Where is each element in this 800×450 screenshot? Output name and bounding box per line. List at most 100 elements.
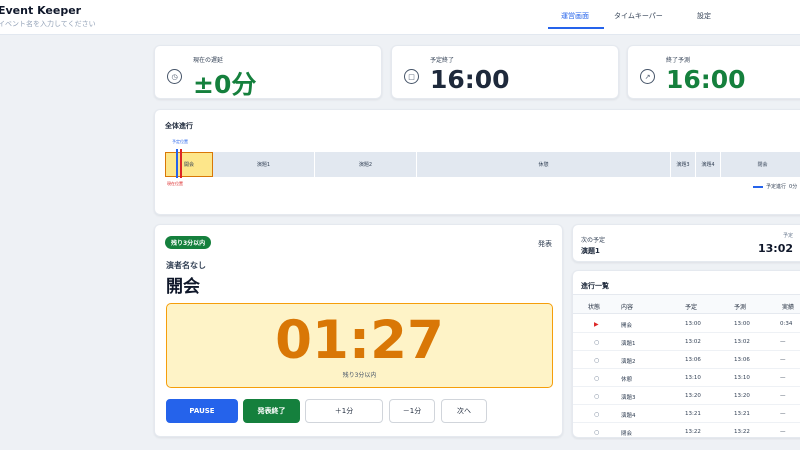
timer-display: 01:27 残り3分以内 <box>166 303 553 388</box>
presenter-name: 演者名なし <box>166 261 206 270</box>
planned-position-marker <box>176 149 178 178</box>
row-content: 演題1 <box>621 341 636 347</box>
current-position-marker <box>180 149 182 178</box>
stop-square-icon: □ <box>404 69 419 84</box>
tab-timekeeper[interactable]: タイムキーパー <box>614 11 663 21</box>
forecast-end-value: 16:00 <box>666 65 746 94</box>
row-forecast: 13:06 <box>734 357 750 363</box>
row-forecast: 13:22 <box>734 429 750 435</box>
pending-circle-icon: ○ <box>594 339 600 346</box>
column-header: 内容 <box>621 304 634 311</box>
table-row[interactable]: ▶ 開会 13:00 13:00 0:34 <box>573 315 800 333</box>
row-planned: 13:20 <box>685 393 701 399</box>
row-planned: 13:06 <box>685 357 701 363</box>
status-badge: 残り3分以内 <box>165 236 212 249</box>
pending-circle-icon: ○ <box>594 411 600 418</box>
table-row[interactable]: ○ 演題3 13:20 13:20 — <box>573 387 800 405</box>
current-position-label: 現在位置 <box>167 181 183 186</box>
timeline-segment[interactable]: 休憩 <box>417 152 671 177</box>
table-row[interactable]: ○ 演題1 13:02 13:02 — <box>573 333 800 351</box>
pause-button[interactable]: PAUSE <box>166 399 238 423</box>
clock-icon: ◷ <box>167 69 182 84</box>
table-row[interactable]: ○ 休憩 13:10 13:10 — <box>573 369 800 387</box>
row-forecast: 13:02 <box>734 339 750 345</box>
row-content: 開会 <box>621 323 633 329</box>
row-content: 演題3 <box>621 395 636 401</box>
timeline-segment[interactable]: 演題2 <box>315 152 417 177</box>
column-header: 予定 <box>685 304 698 311</box>
timeline-bar: 開会 演題1 演題2 休憩 演題3 演題4 閉会 <box>165 152 800 177</box>
row-planned: 13:10 <box>685 375 701 381</box>
table-row[interactable]: ○ 閉会 13:22 13:22 — <box>573 423 800 441</box>
planned-end-card: □ 予定終了 16:00 <box>391 45 619 99</box>
timeline-segment[interactable]: 開会 <box>165 152 213 177</box>
table-row[interactable]: ○ 演題4 13:21 13:21 — <box>573 405 800 423</box>
play-icon: ▶ <box>594 321 599 328</box>
next-time-value: 13:02 <box>757 242 793 255</box>
row-planned: 13:21 <box>685 411 701 417</box>
pending-circle-icon: ○ <box>594 357 600 364</box>
timeline-segment[interactable]: 演題4 <box>696 152 721 177</box>
row-content: 休憩 <box>621 377 633 383</box>
row-content: 閉会 <box>621 431 633 437</box>
arrow-up-right-icon: ↗ <box>640 69 655 84</box>
row-forecast: 13:21 <box>734 411 750 417</box>
row-planned: 13:02 <box>685 339 701 345</box>
subtract-minute-button[interactable]: －1分 <box>389 399 435 423</box>
legend-swatch <box>753 185 763 188</box>
forecast-end-card: ↗ 終了予測 16:00 <box>627 45 800 99</box>
next-item-label: 次の予定 <box>581 237 606 244</box>
next-button[interactable]: 次へ <box>441 399 487 423</box>
app-title: Event Keeper <box>0 4 82 17</box>
row-planned: 13:00 <box>685 321 701 327</box>
app-header: Event Keeper イベント名を入力してください 運営画面 タイムキーパー… <box>0 0 800 35</box>
overall-progress-card: 全体進行 予定位置 開会 演題1 演題2 休憩 演題3 演題4 閉会 現在位置 … <box>154 109 800 215</box>
row-actual: — <box>780 375 786 381</box>
item-type-label: 発表 <box>538 240 552 248</box>
progress-list-card: 進行一覧 状態 内容 予定 予測 実績 ▶ 開会 13:00 13:00 0:34 ○ 演題… <box>572 270 800 441</box>
timer-value: 01:27 <box>275 310 444 371</box>
legend-label: 予定進行 <box>766 184 787 190</box>
progress-list-title: 進行一覧 <box>581 282 609 290</box>
finish-talk-button[interactable]: 発表終了 <box>243 399 300 423</box>
pending-circle-icon: ○ <box>594 375 600 382</box>
next-time-label: 予定 <box>782 233 793 239</box>
row-actual: 0:34 <box>780 321 793 327</box>
delay-value: ±0分 <box>193 70 257 99</box>
timeline-segment[interactable]: 演題1 <box>213 152 315 177</box>
forecast-end-label: 終了予測 <box>666 57 691 64</box>
next-item-card: 次の予定 演題1 予定 13:02 <box>572 224 800 262</box>
timer-caption: 残り3分以内 <box>342 372 377 379</box>
timeline-segment[interactable]: 閉会 <box>721 152 800 177</box>
row-forecast: 13:00 <box>734 321 750 327</box>
column-header: 実績 <box>782 304 795 311</box>
active-tab-indicator <box>548 27 604 29</box>
pending-circle-icon: ○ <box>594 393 600 400</box>
tab-operations[interactable]: 運営画面 <box>561 11 589 21</box>
row-actual: — <box>780 339 786 345</box>
delay-card: ◷ 現在の遅延 ±0分 <box>154 45 382 99</box>
row-actual: — <box>780 393 786 399</box>
legend-value: 0分 <box>789 184 798 190</box>
planned-end-label: 予定終了 <box>430 57 455 64</box>
tab-settings[interactable]: 設定 <box>697 11 711 21</box>
row-forecast: 13:20 <box>734 393 750 399</box>
event-name-placeholder[interactable]: イベント名を入力してください <box>0 19 96 29</box>
row-forecast: 13:10 <box>734 375 750 381</box>
timeline-segment[interactable]: 演題3 <box>671 152 696 177</box>
column-header: 予測 <box>734 304 747 311</box>
planned-position-label: 予定位置 <box>172 139 188 144</box>
row-content: 演題4 <box>621 413 636 419</box>
row-content: 演題2 <box>621 359 636 365</box>
column-header: 状態 <box>588 304 601 311</box>
row-planned: 13:22 <box>685 429 701 435</box>
row-actual: — <box>780 429 786 435</box>
current-item-card: 残り3分以内 発表 演者名なし 開会 01:27 残り3分以内 PAUSE 発表… <box>154 224 563 437</box>
timeline-legend: 予定進行 0分 <box>753 183 797 190</box>
add-minute-button[interactable]: ＋1分 <box>305 399 383 423</box>
delay-label: 現在の遅延 <box>193 57 224 64</box>
table-row[interactable]: ○ 演題2 13:06 13:06 — <box>573 351 800 369</box>
pending-circle-icon: ○ <box>594 429 600 436</box>
progress-list-header: 状態 内容 予定 予測 実績 <box>573 294 800 314</box>
row-actual: — <box>780 357 786 363</box>
